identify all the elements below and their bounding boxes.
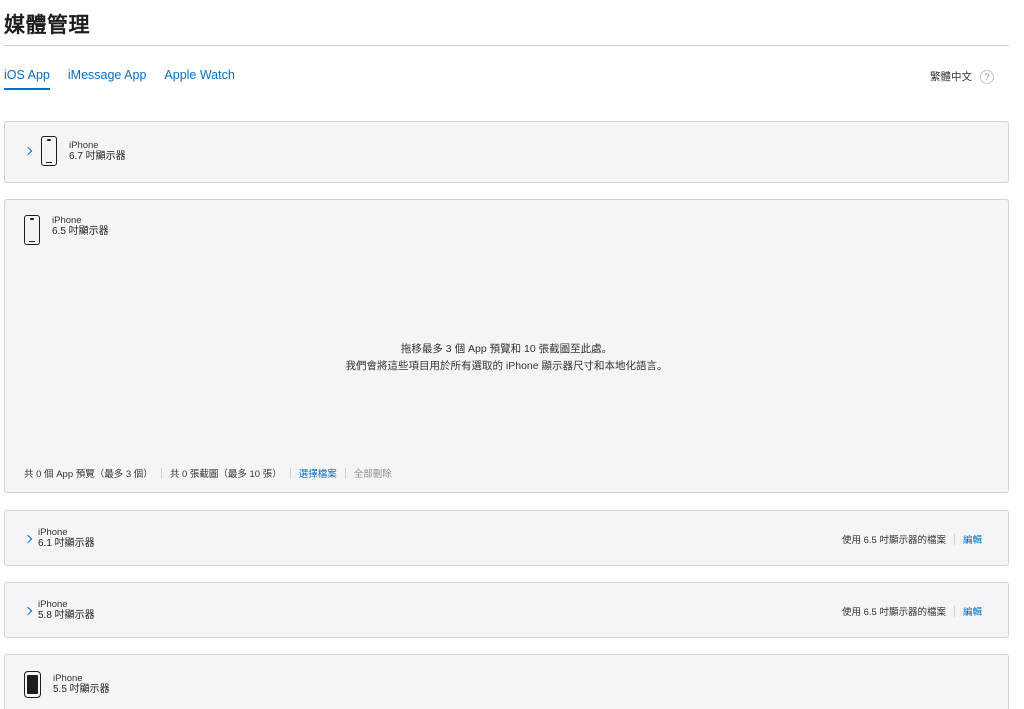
device-panel-5-8: iPhone 5.8 吋顯示器 使用 6.5 吋顯示器的檔案 編輯	[4, 582, 1009, 638]
title-divider	[4, 45, 1009, 46]
using-files-label: 使用 6.5 吋顯示器的檔案	[841, 607, 946, 618]
device-panel-6-1: iPhone 6.1 吋顯示器 使用 6.5 吋顯示器的檔案 編輯	[4, 510, 1009, 566]
drop-instruction-line2: 我們會將這些項目用於所有選取的 iPhone 顯示器尺寸和本地化語言。	[345, 360, 668, 372]
divider	[289, 467, 291, 479]
platform-tabs: iOS App iMessage App Apple Watch	[4, 68, 235, 90]
chevron-right-icon[interactable]	[24, 606, 34, 616]
iphone-icon	[24, 215, 40, 245]
media-footer: 共 0 個 App 預覽（最多 3 個） 共 0 張截圖（最多 10 張） 選擇…	[24, 466, 392, 480]
drop-instruction-line1: 拖移最多 3 個 App 預覽和 10 張截圖至此處。	[400, 343, 613, 355]
divider	[953, 605, 955, 617]
edit-link[interactable]: 編輯	[963, 532, 982, 546]
device-name: iPhone	[69, 139, 99, 151]
divider	[344, 467, 346, 479]
device-name: iPhone	[52, 214, 82, 226]
divider	[953, 533, 955, 545]
delete-all-link[interactable]: 全部刪除	[354, 466, 392, 480]
device-size: 5.8 吋顯示器	[38, 610, 95, 621]
device-name: iPhone	[53, 673, 83, 684]
tab-apple-watch[interactable]: Apple Watch	[164, 68, 234, 90]
language-label[interactable]: 繁體中文	[930, 69, 972, 84]
device-size: 5.5 吋顯示器	[53, 684, 110, 695]
device-header-6-5: iPhone 6.5 吋顯示器	[24, 215, 109, 245]
drop-zone[interactable]: 拖移最多 3 個 App 預覽和 10 張截圖至此處。 我們會將這些項目用於所有…	[5, 341, 1008, 375]
tab-imessage-app[interactable]: iMessage App	[68, 68, 147, 90]
screenshot-count: 共 0 張截圖（最多 10 張）	[169, 469, 282, 480]
using-files-label: 使用 6.5 吋顯示器的檔案	[841, 535, 946, 546]
device-panel-6-5: iPhone 6.5 吋顯示器 拖移最多 3 個 App 預覽和 10 張截圖至…	[4, 199, 1009, 493]
device-header-6-7[interactable]: iPhone 6.7 吋顯示器	[24, 136, 126, 166]
device-panel-5-5: iPhone 5.5 吋顯示器	[4, 654, 1009, 709]
device-actions-6-1: 使用 6.5 吋顯示器的檔案 編輯	[842, 532, 982, 546]
preview-count: 共 0 個 App 預覽（最多 3 個）	[24, 469, 153, 480]
page-title: 媒體管理	[4, 14, 90, 37]
help-icon[interactable]: ?	[980, 69, 994, 84]
device-size: 6.7 吋顯示器	[69, 150, 126, 162]
device-actions-5-8: 使用 6.5 吋顯示器的檔案 編輯	[842, 604, 982, 618]
iphone-icon	[41, 136, 57, 166]
divider	[160, 467, 162, 479]
chevron-right-icon[interactable]	[24, 534, 34, 544]
device-size: 6.5 吋顯示器	[52, 225, 109, 237]
device-panel-6-7: iPhone 6.7 吋顯示器	[4, 121, 1009, 183]
edit-link[interactable]: 編輯	[963, 604, 982, 618]
iphone-classic-icon	[24, 671, 41, 698]
choose-file-link[interactable]: 選擇檔案	[299, 466, 337, 480]
chevron-right-icon[interactable]	[24, 146, 34, 156]
device-name: iPhone	[38, 599, 68, 610]
device-header-5-5: iPhone 5.5 吋顯示器	[24, 671, 110, 698]
language-selector[interactable]: 繁體中文 ?	[930, 69, 994, 84]
device-header-5-8[interactable]: iPhone 5.8 吋顯示器	[24, 599, 95, 622]
device-size: 6.1 吋顯示器	[38, 538, 95, 549]
device-name: iPhone	[38, 527, 68, 538]
device-header-6-1[interactable]: iPhone 6.1 吋顯示器	[24, 527, 95, 550]
tab-ios-app[interactable]: iOS App	[4, 68, 50, 90]
